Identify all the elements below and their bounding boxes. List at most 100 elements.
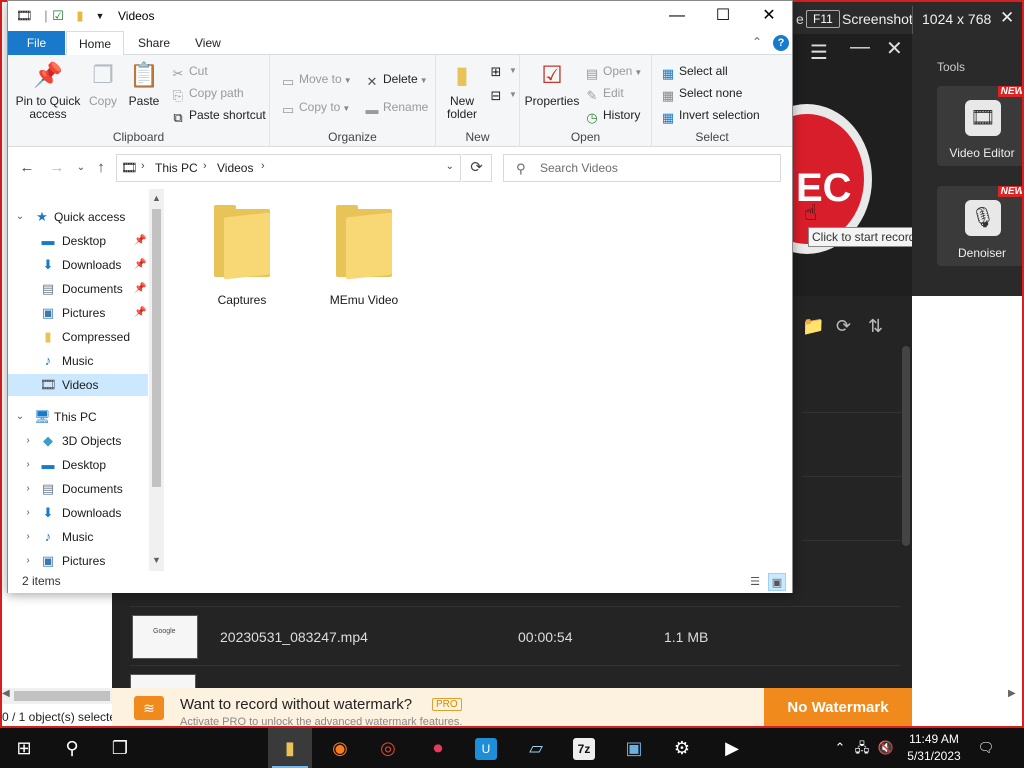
pin-icon[interactable]: 📌: [134, 230, 146, 252]
no-watermark-button[interactable]: No Watermark: [764, 688, 912, 728]
move-to-button[interactable]: ▭ Move to ▼: [280, 69, 352, 89]
customize-dropdown-icon[interactable]: ▼: [92, 8, 108, 24]
folder-memu-video[interactable]: MEmu Video: [314, 203, 414, 313]
breadcrumb-this-pc[interactable]: This PC: [155, 161, 198, 175]
folder-icon[interactable]: 📁: [802, 316, 824, 337]
scrollbar-thumb[interactable]: [152, 209, 161, 487]
nav-quick-pictures[interactable]: ▣ Pictures 📌: [8, 302, 148, 324]
scroll-left-icon[interactable]: ◀: [2, 688, 10, 699]
copy-to-button[interactable]: ▭ Copy to ▼: [280, 97, 350, 117]
tab-view[interactable]: View: [183, 31, 233, 55]
expand-chevron-icon[interactable]: ›: [22, 454, 34, 476]
notepad-icon[interactable]: ▱: [514, 728, 558, 768]
network-icon[interactable]: 🖧: [852, 728, 872, 768]
nav-quick-documents[interactable]: ▤ Documents 📌: [8, 278, 148, 300]
task-view-icon[interactable]: ❐: [98, 728, 142, 768]
open-button[interactable]: ▤ Open ▼: [584, 61, 642, 81]
nav-pc-pictures[interactable]: › ▣ Pictures: [8, 550, 148, 571]
search-box[interactable]: ⚲: [503, 154, 781, 182]
nav-scrollbar[interactable]: ▲ ▼: [149, 189, 164, 571]
breadcrumb-chevron-icon[interactable]: ›: [261, 160, 265, 172]
scrollbar[interactable]: [902, 346, 910, 546]
copy-button[interactable]: ❐ Copy: [84, 61, 122, 108]
sevenzip-icon[interactable]: 7z: [562, 728, 606, 768]
menu-icon[interactable]: ☰: [810, 40, 828, 65]
collapse-chevron-icon[interactable]: ⌄: [14, 406, 26, 428]
denoiser-tool[interactable]: NEW 🎙 Denoiser: [937, 186, 1024, 266]
new-folder-button[interactable]: ▮ New folder: [442, 61, 482, 121]
delete-button[interactable]: ✕ Delete ▼: [364, 69, 428, 89]
pin-icon[interactable]: 📌: [134, 302, 146, 324]
history-button[interactable]: ◷ History: [584, 105, 640, 125]
maximize-button[interactable]: ☐: [700, 1, 746, 31]
nav-quick-downloads[interactable]: ⬇ Downloads 📌: [8, 254, 148, 276]
nav-pc-music[interactable]: › ♪ Music: [8, 526, 148, 548]
close-icon[interactable]: ✕: [886, 36, 903, 61]
nav-quick-videos[interactable]: 🎞 Videos: [8, 374, 148, 396]
copy-path-button[interactable]: ⎘ Copy path: [170, 83, 244, 103]
horizontal-scrollbar[interactable]: ◀: [0, 688, 112, 704]
paste-shortcut-button[interactable]: ⧉ Paste shortcut: [170, 105, 265, 125]
expand-chevron-icon[interactable]: ›: [22, 526, 34, 548]
scrollbar-thumb[interactable]: [14, 691, 110, 701]
back-arrow-icon[interactable]: ←: [16, 157, 38, 179]
firefox-icon[interactable]: ◉: [318, 728, 362, 768]
folder-captures[interactable]: Captures: [192, 203, 292, 313]
chevron-up-icon[interactable]: ⌃: [830, 728, 850, 768]
chrome-icon[interactable]: ◎: [366, 728, 410, 768]
close-icon[interactable]: ✕: [1000, 8, 1014, 28]
new-item-button[interactable]: ⊞ ▼: [488, 59, 517, 79]
close-button[interactable]: ✕: [746, 1, 792, 31]
recording-row[interactable]: Google 20230531_083247.mp4 00:00:54 1.1 …: [130, 606, 900, 666]
expand-chevron-icon[interactable]: ›: [22, 478, 34, 500]
volume-muted-icon[interactable]: 🔇: [876, 728, 896, 768]
invert-selection-button[interactable]: ▦ Invert selection: [660, 105, 760, 125]
refresh-button[interactable]: ⟳: [462, 154, 492, 182]
forward-arrow-icon[interactable]: →: [46, 157, 68, 179]
scroll-down-icon[interactable]: ▼: [152, 555, 161, 565]
details-view-icon[interactable]: ☰: [746, 573, 764, 591]
refresh-icon[interactable]: ⟳: [836, 316, 851, 337]
new-folder-quick-icon[interactable]: ▮: [72, 8, 88, 24]
nav-quick-compressed[interactable]: ▮ Compressed: [8, 326, 148, 348]
nav-pc-3d-objects[interactable]: › ◆ 3D Objects: [8, 430, 148, 452]
search-input[interactable]: [540, 159, 770, 177]
breadcrumb-chevron-icon[interactable]: ›: [203, 160, 207, 172]
nav-quick-music[interactable]: ♪ Music: [8, 350, 148, 372]
address-dropdown-icon[interactable]: ⌄: [446, 161, 454, 172]
scroll-up-icon[interactable]: ▲: [152, 193, 161, 203]
windows-start-icon[interactable]: ⊞: [2, 728, 46, 768]
control-panel-icon[interactable]: ▣: [612, 728, 656, 768]
expand-chevron-icon[interactable]: ›: [22, 430, 34, 452]
breadcrumb-chevron-icon[interactable]: ›: [141, 160, 145, 172]
large-icons-view-icon[interactable]: ▣: [768, 573, 786, 591]
scroll-right-icon[interactable]: ▶: [1008, 688, 1016, 699]
nav-quick-desktop[interactable]: ▬ Desktop 📌: [8, 230, 148, 252]
select-none-button[interactable]: ▦ Select none: [660, 83, 743, 103]
minimize-icon[interactable]: —: [850, 36, 870, 59]
file-explorer-taskbar-icon[interactable]: ▮: [268, 728, 312, 768]
screenshot-label[interactable]: Screenshot: [842, 11, 913, 27]
screen-recorder-icon[interactable]: ⏺: [416, 728, 460, 768]
select-all-button[interactable]: ▦ Select all: [660, 61, 728, 81]
settings-gear-icon[interactable]: ⚙: [660, 728, 704, 768]
expand-chevron-icon[interactable]: ›: [22, 502, 34, 524]
memu-icon[interactable]: U: [464, 728, 508, 768]
help-icon[interactable]: ?: [773, 35, 789, 51]
easy-access-button[interactable]: ⊟ ▼: [488, 83, 517, 103]
chevron-up-icon[interactable]: ⌃: [752, 35, 762, 49]
tab-home[interactable]: Home: [66, 31, 125, 56]
breadcrumb-videos[interactable]: Videos: [217, 161, 253, 175]
recent-locations-icon[interactable]: ⌄: [70, 157, 92, 179]
media-player-icon[interactable]: ▶: [710, 728, 754, 768]
tab-file[interactable]: File: [8, 31, 65, 55]
up-arrow-icon[interactable]: ↑: [90, 157, 112, 179]
nav-this-pc[interactable]: ⌄ 🖥 This PC: [8, 406, 148, 428]
properties-button[interactable]: ☑ Properties: [524, 61, 580, 108]
nav-pc-documents[interactable]: › ▤ Documents: [8, 478, 148, 500]
notification-icon[interactable]: 🗨: [972, 728, 1000, 768]
pin-icon[interactable]: 📌: [134, 278, 146, 300]
collapse-chevron-icon[interactable]: ⌄: [14, 206, 26, 228]
minimize-button[interactable]: —: [654, 1, 700, 31]
pin-icon[interactable]: 📌: [134, 254, 146, 276]
